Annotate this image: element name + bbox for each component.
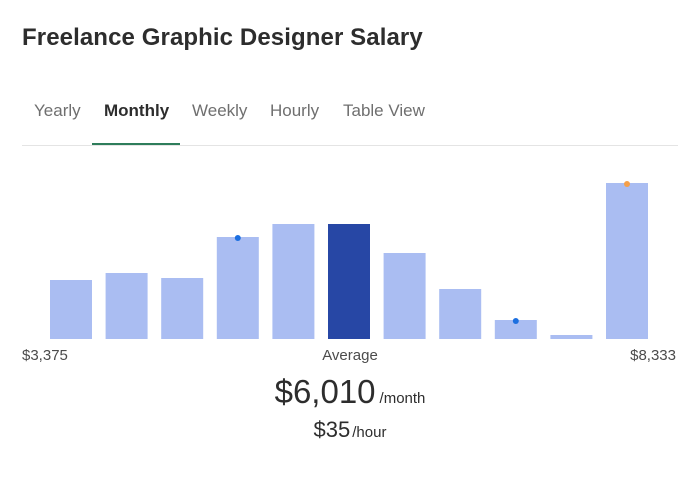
- salary-bar[interactable]: [550, 335, 593, 339]
- monthly-salary-value: $6,010: [274, 373, 376, 410]
- tab-table-view-label: Table View: [343, 101, 425, 120]
- min-salary-label: $3,375: [22, 347, 68, 364]
- tab-monthly-label: Monthly: [104, 101, 170, 120]
- salary-bar[interactable]: [439, 289, 482, 339]
- tab-table-view[interactable]: Table View: [343, 92, 425, 146]
- tab-weekly[interactable]: Weekly: [192, 92, 247, 146]
- hourly-salary-value: $35: [313, 417, 351, 442]
- salary-bar[interactable]: [105, 273, 148, 339]
- salary-bar[interactable]: [383, 253, 426, 339]
- max-salary-label: $8,333: [630, 347, 676, 364]
- hourly-salary-unit: /hour: [352, 424, 387, 441]
- salary-bar[interactable]: [272, 224, 315, 339]
- salary-bar-average[interactable]: [328, 224, 370, 339]
- average-label: Average: [322, 347, 378, 364]
- salary-bar[interactable]: [606, 183, 648, 339]
- salary-period-tabs: Yearly Monthly Weekly Hourly Table View: [22, 92, 678, 146]
- page-title: Freelance Graphic Designer Salary: [22, 24, 423, 51]
- salary-bar[interactable]: [216, 237, 259, 339]
- monthly-salary: $6,010/month: [0, 373, 700, 411]
- tab-weekly-label: Weekly: [192, 101, 248, 120]
- hourly-salary: $35/hour: [0, 417, 700, 443]
- salary-bar[interactable]: [161, 278, 204, 339]
- tab-hourly[interactable]: Hourly: [270, 92, 319, 146]
- tab-monthly[interactable]: Monthly: [92, 92, 180, 146]
- tab-yearly[interactable]: Yearly: [34, 92, 81, 146]
- salary-bar[interactable]: [50, 280, 92, 339]
- tab-hourly-label: Hourly: [270, 101, 320, 120]
- tabs-divider: [22, 145, 678, 146]
- monthly-salary-unit: /month: [379, 390, 426, 407]
- tab-yearly-label: Yearly: [34, 101, 81, 120]
- salary-bar[interactable]: [494, 320, 537, 339]
